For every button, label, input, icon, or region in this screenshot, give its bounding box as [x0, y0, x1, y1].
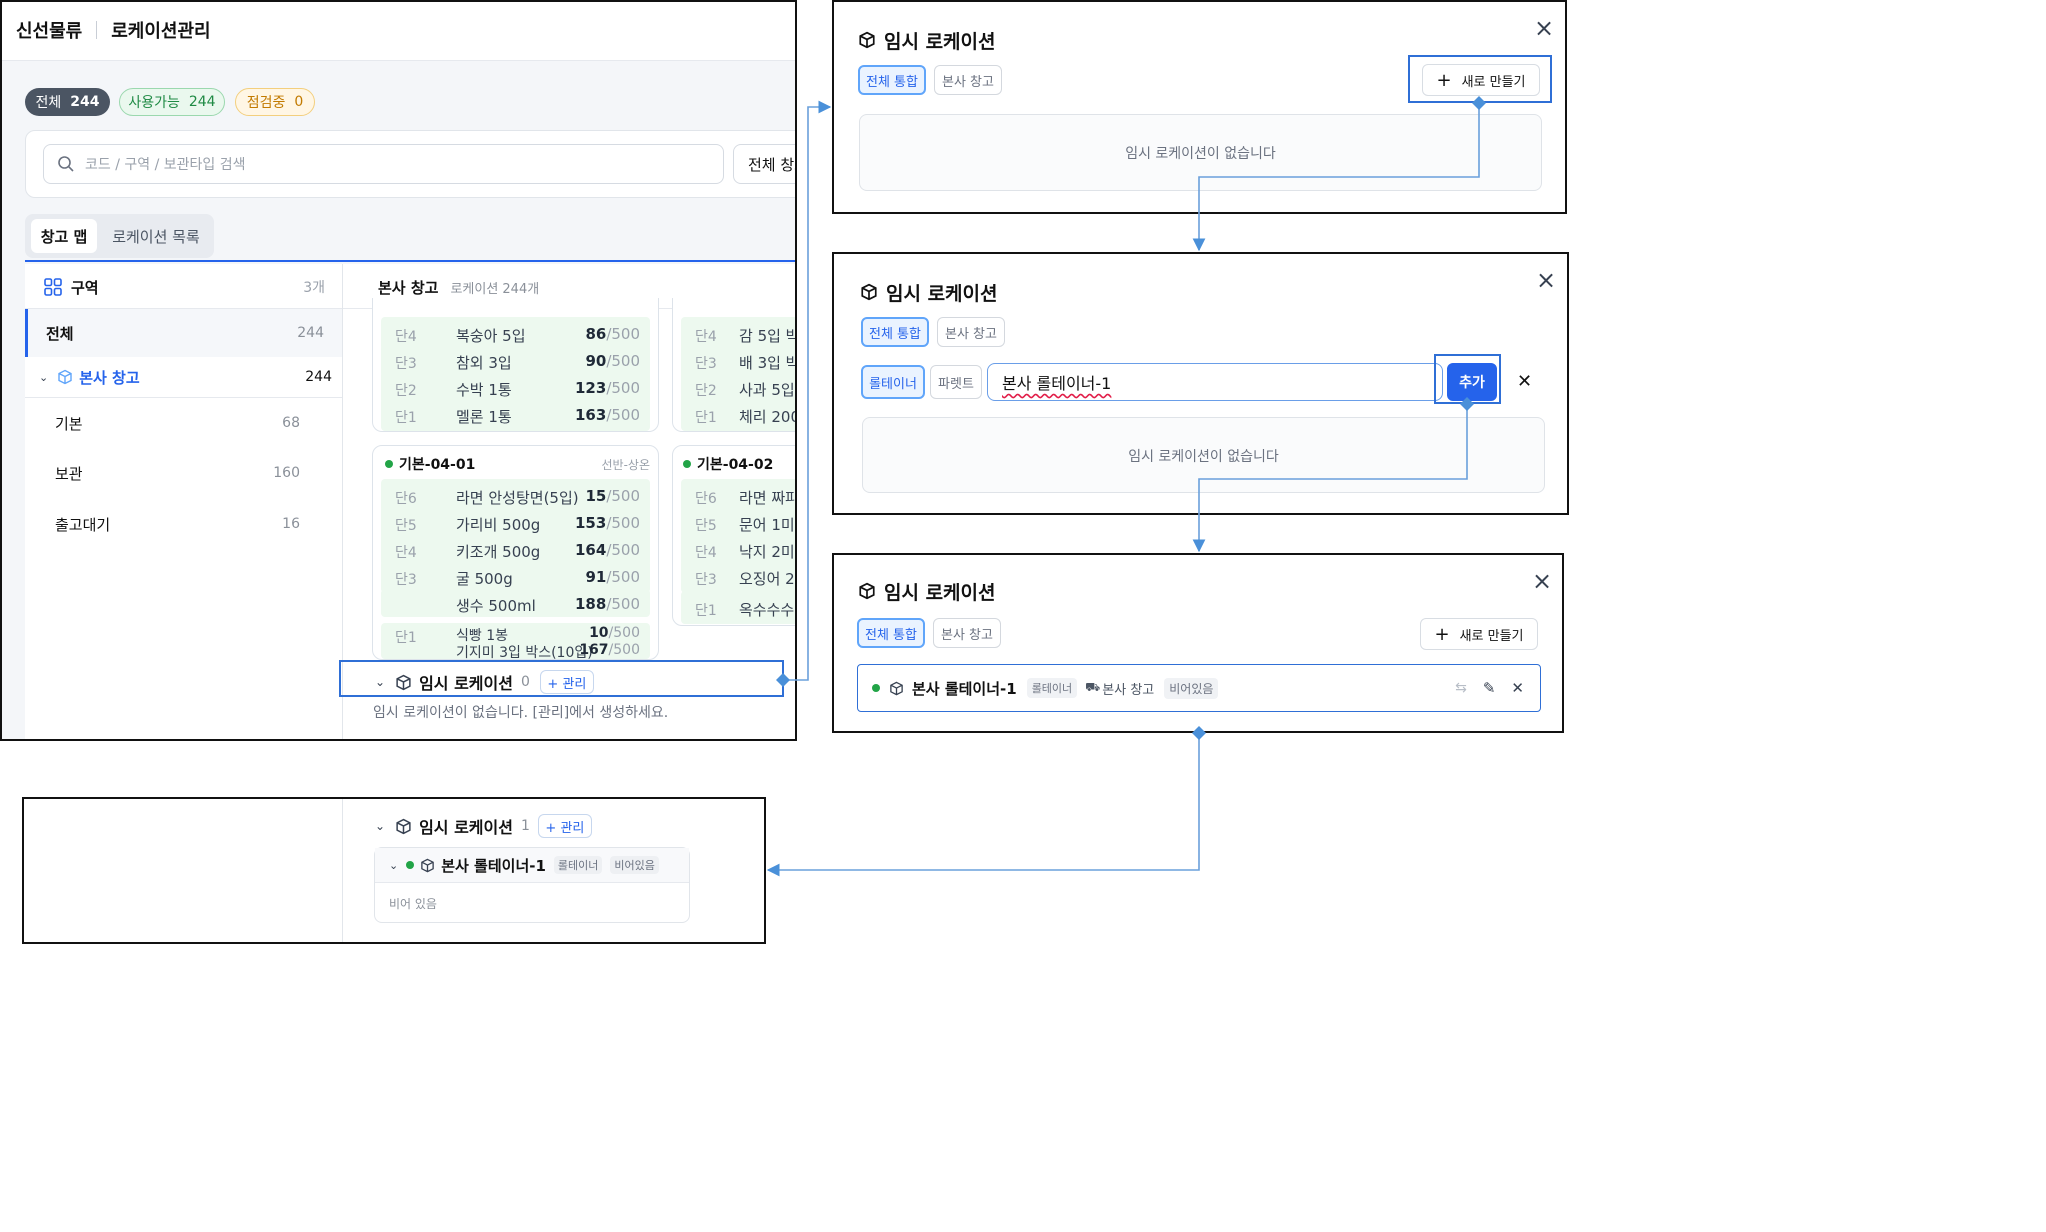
flow-connectors — [766, 96, 1486, 877]
